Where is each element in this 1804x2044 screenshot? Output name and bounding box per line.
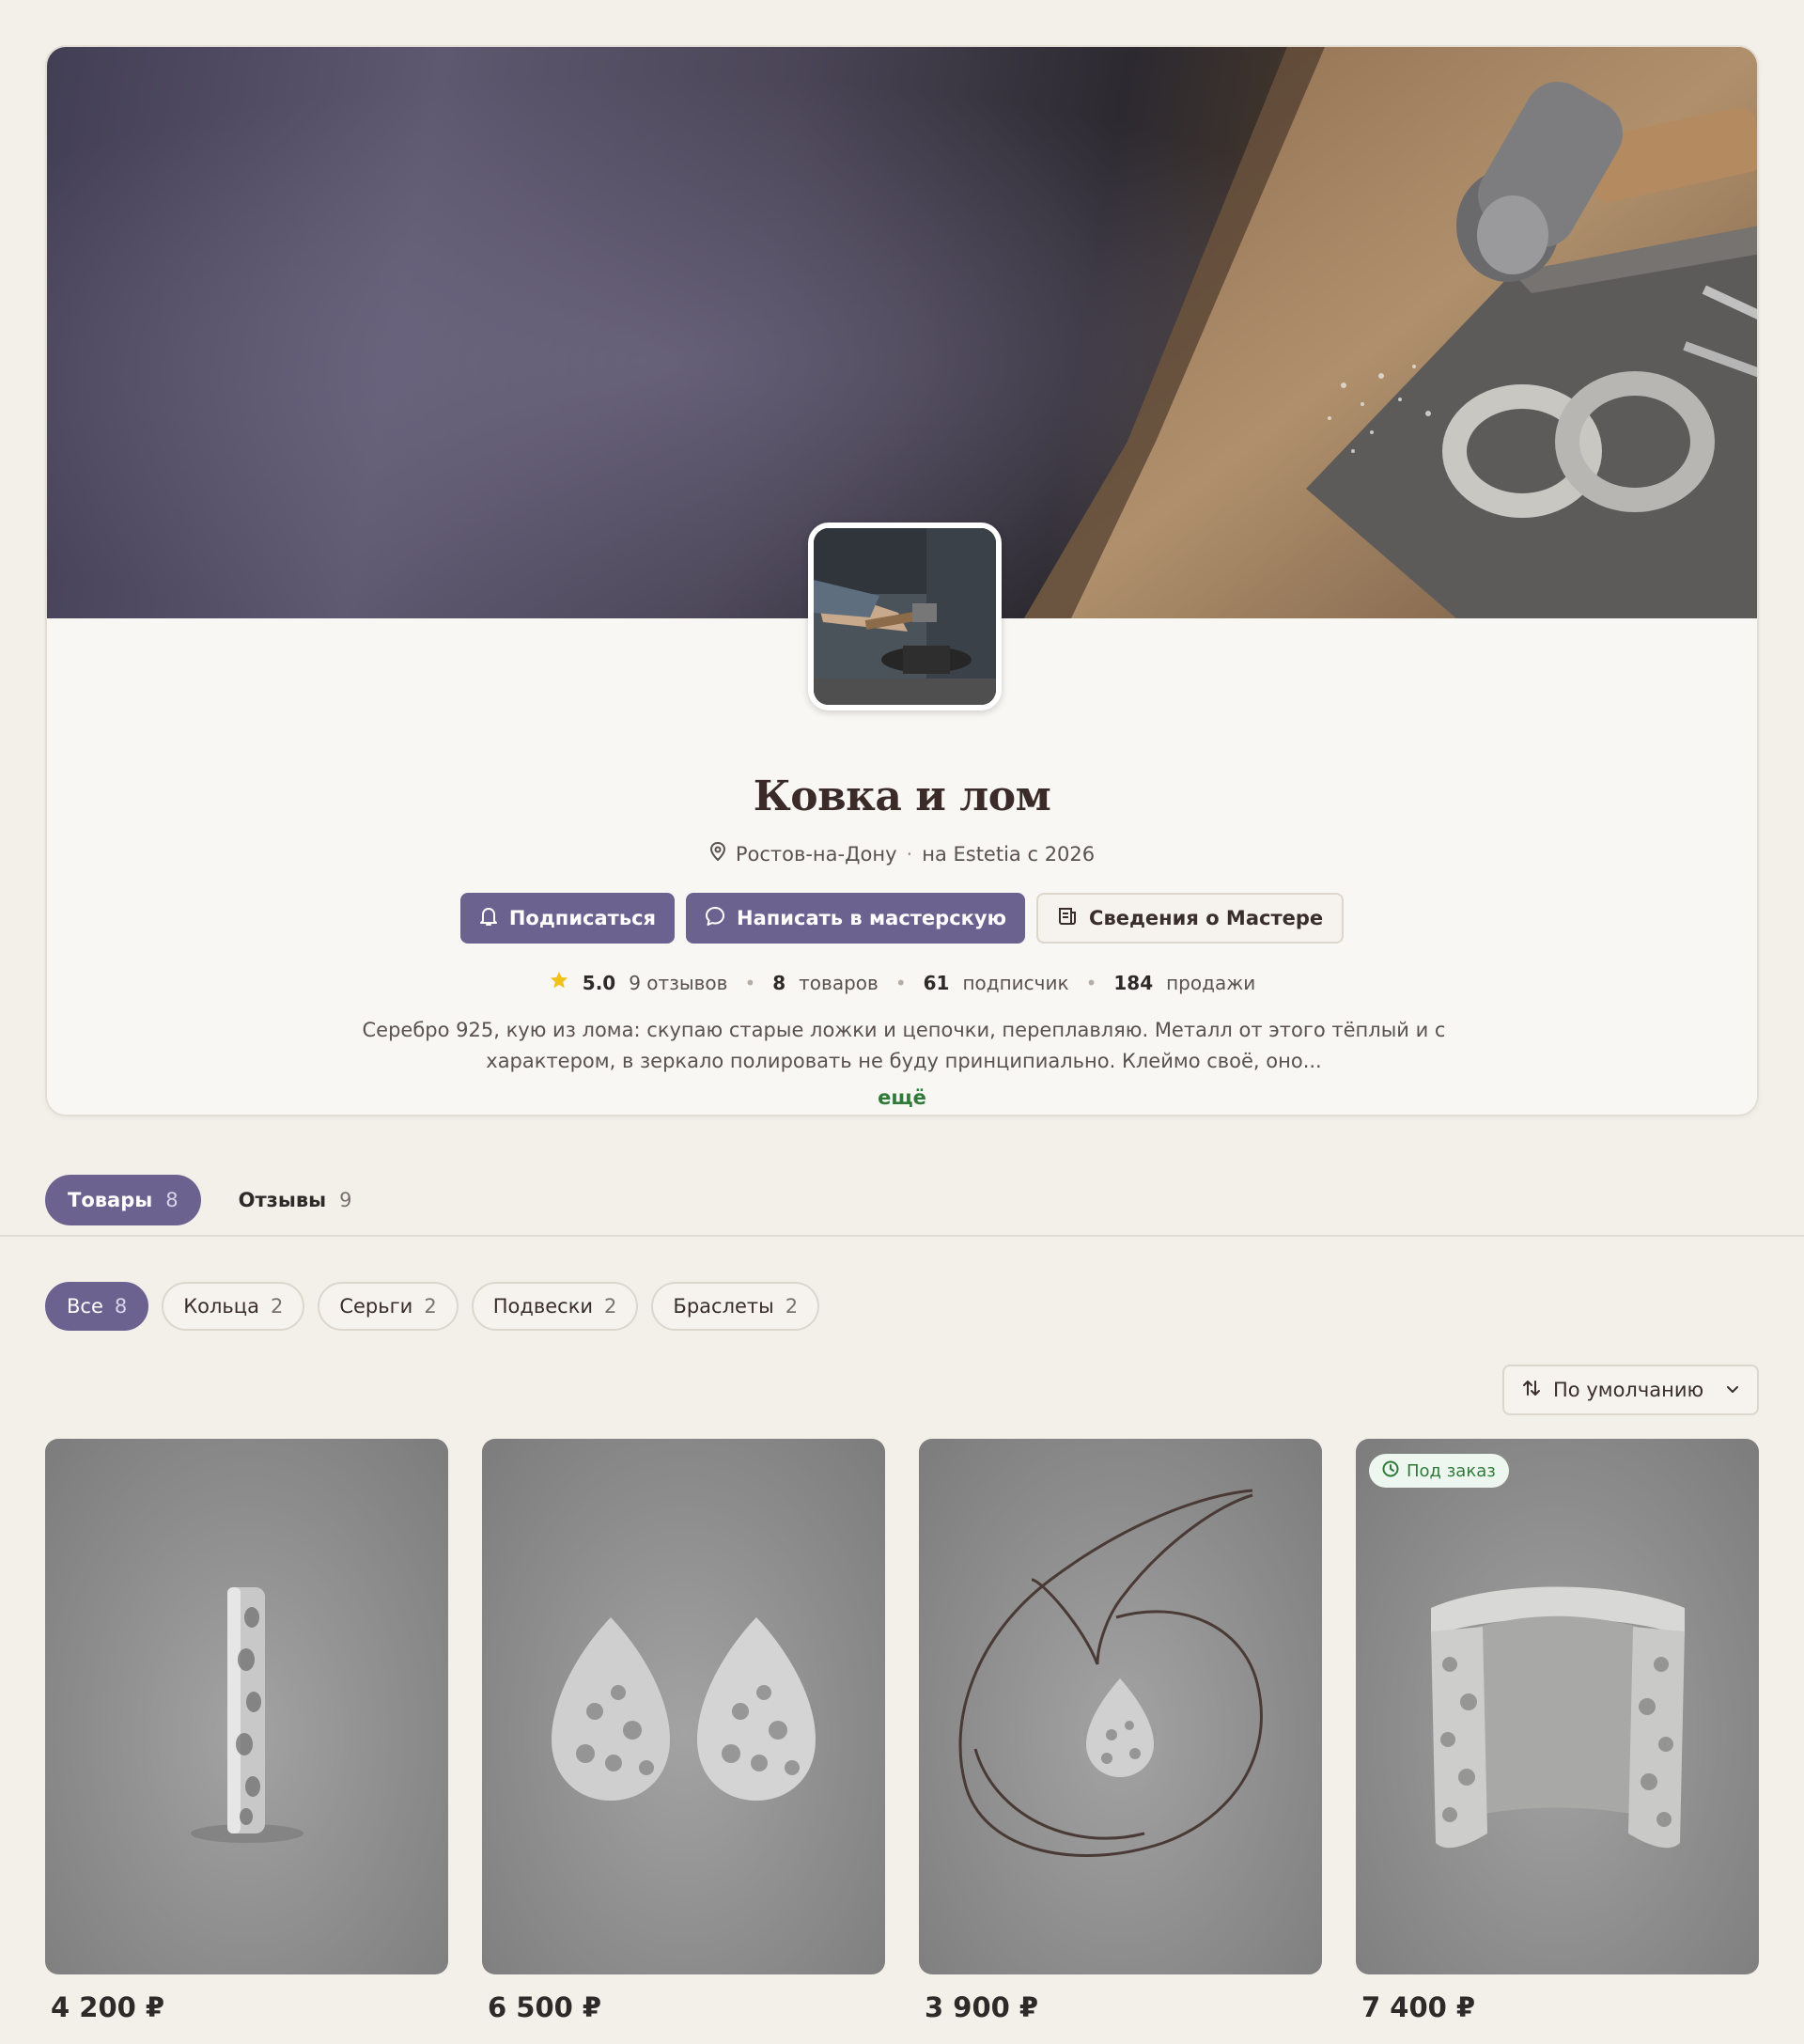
bio-more-link[interactable]: ещё [47,1086,1757,1109]
sales-count: 184 [1113,971,1154,994]
star-icon [549,970,569,995]
tab-count: 9 [339,1189,352,1211]
chip-count: 2 [785,1295,799,1318]
bell-icon [479,906,498,931]
product-card[interactable]: 6 500 ₽ [482,1439,885,2044]
chip-count: 2 [604,1295,617,1318]
product-price: 7 400 ₽ [1361,1991,1476,2023]
sales-label: продажи [1166,971,1256,994]
category-chip-rings[interactable]: Кольца 2 [162,1282,305,1331]
product-image-earrings[interactable] [482,1439,885,1974]
tabs-divider [0,1235,1804,1237]
made-to-order-badge: Под заказ [1369,1454,1509,1488]
product-card[interactable]: 3 900 ₽ [919,1439,1322,2044]
product-price: 3 900 ₽ [925,1991,1039,2023]
master-info-button-label: Сведения о Мастере [1089,907,1324,929]
product-image-ring[interactable] [45,1439,448,1974]
tab-label: Товары [68,1189,153,1211]
category-filters: Все 8 Кольца 2 Серьги 2 Подвески 2 Брасл… [45,1282,820,1331]
sort-label: По умолчанию [1553,1379,1704,1401]
category-chip-earrings[interactable]: Серьги 2 [318,1282,459,1331]
shop-since: на Estetia с 2026 [922,842,1096,866]
shop-stats: 5.0 9 отзывов • 8 товаров • 61 подписчик… [47,970,1757,995]
chip-label: Подвески [492,1295,594,1318]
followers-label: подписчик [962,971,1069,994]
product-card[interactable]: Под заказ 7 400 ₽ [1356,1439,1759,2044]
shop-profile-card: Ковка и лом Ростов-на-Дону · на Estetia … [45,45,1759,1116]
chip-count: 2 [424,1295,437,1318]
product-price: 4 200 ₽ [51,1991,165,2023]
chevron-down-icon [1725,1379,1740,1401]
meta-separator: · [906,842,913,866]
product-price: 6 500 ₽ [488,1991,602,2023]
shop-location: Ростов-на-Дону [735,842,897,866]
stats-separator: • [744,971,756,994]
tab-label: Отзывы [238,1189,327,1211]
shop-name: Ковка и лом [753,772,1051,820]
tab-reviews[interactable]: Отзывы 9 [216,1175,375,1225]
products-label: товаров [799,971,879,994]
avatar-illustration [814,528,996,705]
category-chip-all[interactable]: Все 8 [45,1282,149,1331]
followers-count: 61 [923,971,950,994]
category-chip-bracelets[interactable]: Браслеты 2 [651,1282,820,1331]
shop-meta: Ростов-на-Дону · на Estetia с 2026 [47,841,1757,866]
message-workshop-button[interactable]: Написать в мастерскую [686,893,1026,944]
chip-label: Серьги [339,1295,413,1318]
product-card[interactable]: 4 200 ₽ [45,1439,448,2044]
stats-separator: • [894,971,907,994]
chat-bubble-icon [705,906,725,931]
subscribe-button-label: Подписаться [508,907,657,929]
tab-count: 8 [165,1189,179,1211]
sort-arrows-icon [1521,1378,1542,1403]
location-pin-icon [709,841,726,866]
document-icon [1057,906,1078,931]
product-image-bracelet[interactable]: Под заказ [1356,1439,1759,1974]
stats-separator: • [1085,971,1097,994]
rating-value: 5.0 [582,971,616,994]
master-info-button[interactable]: Сведения о Мастере [1036,893,1345,944]
shop-avatar [808,523,1002,710]
chip-label: Все [67,1295,103,1318]
chip-count: 8 [114,1295,128,1318]
clock-icon [1382,1460,1399,1482]
chip-count: 2 [270,1295,284,1318]
tab-products[interactable]: Товары 8 [45,1175,201,1225]
chip-label: Кольца [183,1295,259,1318]
sort-dropdown[interactable]: По умолчанию [1502,1365,1759,1415]
profile-tabs: Товары 8 Отзывы 9 [45,1175,374,1225]
products-count: 8 [772,971,786,994]
chip-label: Браслеты [673,1295,774,1318]
badge-label: Под заказ [1407,1460,1496,1481]
product-image-pendant[interactable] [919,1439,1322,1974]
subscribe-button[interactable]: Подписаться [459,893,676,944]
shop-bio: Серебро 925, кую из лома: скупаю старые … [362,1019,1446,1072]
reviews-count-link[interactable]: 9 отзывов [629,972,727,994]
message-workshop-button-label: Написать в мастерскую [737,907,1007,929]
category-chip-pendants[interactable]: Подвески 2 [471,1282,639,1331]
shop-actions: Подписаться Написать в мастерскую Сведен… [47,893,1757,944]
